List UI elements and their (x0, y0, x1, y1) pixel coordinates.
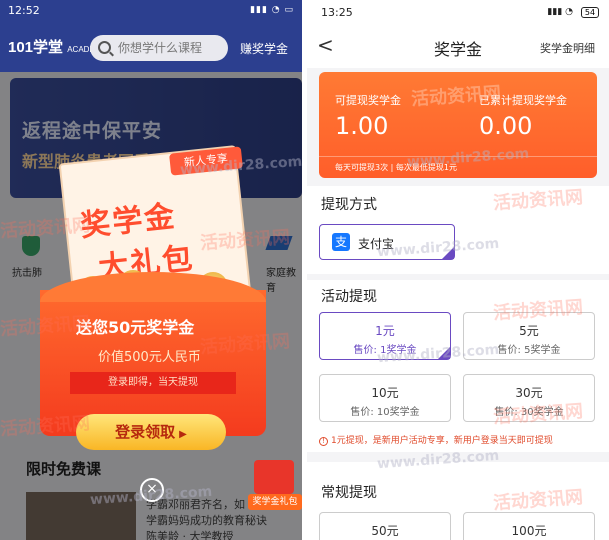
popup-strip: 登录即得，当天提现 (70, 372, 236, 394)
notice-text: 1元提现，是新用户活动专享，新用户登录当天即可提现 (331, 436, 553, 446)
app-header: 101学堂 ACADEMY 你想学什么课程 赚奖学金 (0, 22, 302, 72)
login-claim-button[interactable]: 登录领取 ▶ (76, 414, 226, 450)
activity-title: 活动提现 (321, 289, 377, 305)
scholarship-detail-link[interactable]: 奖学金明细 (540, 40, 595, 56)
gift-badge[interactable]: 奖学金礼包 (248, 456, 302, 510)
play-arrow-icon: ▶ (179, 429, 187, 440)
amount-value: 50元 (371, 524, 399, 538)
withdrawable-label: 可提现奖学金 (335, 94, 401, 107)
amount-value: 10元 (371, 386, 399, 400)
divider (319, 156, 597, 157)
checkmark-icon (438, 347, 450, 359)
amount-value: 100元 (511, 524, 547, 538)
search-icon (98, 41, 111, 54)
gift-box-icon (254, 460, 294, 494)
login-claim-label: 登录领取 (115, 423, 176, 441)
battery-icon: 54 (581, 7, 599, 18)
withdraw-rules: 每天可提现3次 | 每次最低提现1元 (335, 163, 457, 172)
status-bar: 12:52 ▮▮▮ ◔ ▭ (0, 0, 302, 22)
gift-badge-label: 奖学金礼包 (248, 494, 302, 510)
search-placeholder: 你想学什么课程 (118, 41, 203, 55)
info-icon: ! (319, 437, 328, 446)
total-withdrawn-value: 0.00 (479, 112, 533, 140)
right-screen: 13:25 ▮▮▮ ◔ 54 < 奖学金 奖学金明细 可提现奖学金 1.00 已… (307, 0, 609, 540)
alipay-label: 支付宝 (358, 237, 395, 251)
total-withdrawn-label: 已累计提现奖学金 (479, 94, 567, 107)
close-icon[interactable]: × (140, 478, 164, 502)
logo-text: 101学堂 (8, 39, 64, 56)
earn-scholarship-link[interactable]: 赚奖学金 (240, 40, 288, 57)
amount-option-1[interactable]: 1元 售价: 1奖学金 (319, 312, 451, 360)
signal-icon: ▮▮▮ ◔ (547, 7, 573, 17)
regular-option-100[interactable]: 100元 (463, 512, 595, 540)
amount-option-30[interactable]: 30元 售价: 30奖学金 (463, 374, 595, 422)
withdrawable-value: 1.00 (335, 112, 389, 140)
checkmark-icon (442, 247, 454, 259)
signal-icon: ▮▮▮ ◔ ▭ (250, 5, 294, 15)
status-time: 12:52 (8, 4, 40, 17)
amount-price: 售价: 5奖学金 (497, 345, 561, 356)
regular-title: 常规提现 (321, 485, 377, 501)
balance-card: 可提现奖学金 1.00 已累计提现奖学金 0.00 每天可提现3次 | 每次最低… (319, 72, 597, 178)
alipay-option[interactable]: 支 支付宝 (319, 224, 455, 260)
activity-notice: ! 1元提现，是新用户活动专享，新用户登录当天即可提现 (319, 433, 553, 446)
activity-section: 活动提现 (307, 280, 609, 452)
amount-price: 售价: 10奖学金 (350, 407, 420, 418)
amount-value: 5元 (519, 324, 539, 338)
amount-value: 1元 (375, 324, 395, 338)
search-input[interactable]: 你想学什么课程 (90, 35, 228, 61)
left-screen: 12:52 ▮▮▮ ◔ ▭ 101学堂 ACADEMY 你想学什么课程 赚奖学金… (0, 0, 302, 540)
method-title: 提现方式 (321, 197, 377, 213)
amount-option-5[interactable]: 5元 售价: 5奖学金 (463, 312, 595, 360)
amount-price: 售价: 1奖学金 (353, 345, 417, 356)
status-time: 13:25 (321, 6, 353, 19)
nav-bar: < 奖学金 奖学金明细 (307, 24, 609, 68)
amount-price: 售价: 30奖学金 (494, 407, 564, 418)
popup-worth-text: 价值500元人民币 (98, 350, 201, 365)
alipay-icon: 支 (332, 233, 350, 251)
amount-value: 30元 (515, 386, 543, 400)
amount-option-10[interactable]: 10元 售价: 10奖学金 (319, 374, 451, 422)
status-bar: 13:25 ▮▮▮ ◔ 54 (307, 0, 609, 24)
popup-send-text: 送您50元奖学金 (76, 318, 195, 337)
regular-option-50[interactable]: 50元 (319, 512, 451, 540)
scholarship-popup: 新人专享 奖学金 大礼包 送您50元奖学金 价值500元人民币 登录即得，当天提… (40, 145, 266, 450)
